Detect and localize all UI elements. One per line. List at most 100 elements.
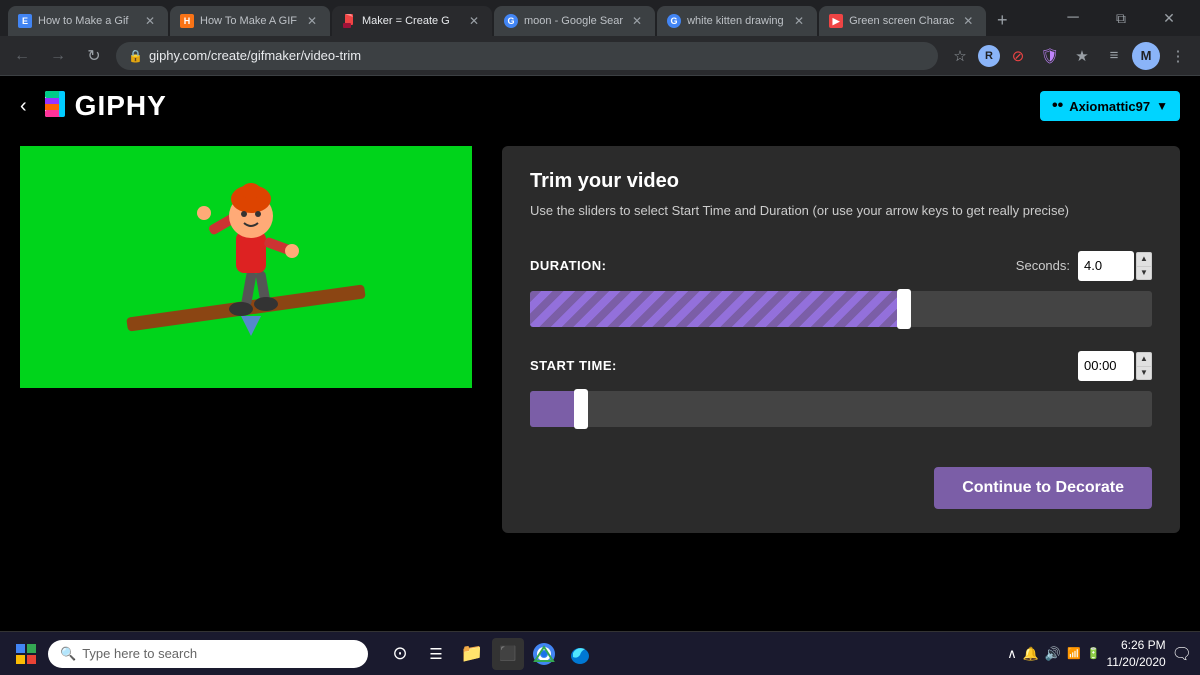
tab-close-4[interactable]: ✕ xyxy=(629,13,645,29)
taskbar-cortana-button[interactable]: ⊙ xyxy=(384,638,416,670)
tab-gif-maker-active[interactable]: Maker = Create G ✕ xyxy=(332,6,492,36)
seconds-label: Seconds: xyxy=(1016,258,1070,273)
tray-network-icon[interactable]: 📶 xyxy=(1067,647,1081,660)
extension-star-icon[interactable]: ★ xyxy=(1068,42,1096,70)
start-button[interactable] xyxy=(8,636,44,672)
tab-close-3[interactable]: ✕ xyxy=(466,13,482,29)
tray-notification-icon[interactable]: 🔔 xyxy=(1023,646,1039,662)
forward-button[interactable]: → xyxy=(44,42,72,70)
start-time-increment-button[interactable]: ▲ xyxy=(1136,352,1152,366)
duration-decrement-button[interactable]: ▼ xyxy=(1136,266,1152,280)
start-time-input-container: ▲ ▼ xyxy=(1078,351,1152,381)
profile-r-icon[interactable]: R xyxy=(978,45,1000,67)
tab-title-1: How to Make a Gif xyxy=(38,15,136,27)
taskbar: 🔍 Type here to search ⊙ ☰ 📁 ⬛ xyxy=(0,631,1200,675)
minimize-button[interactable]: ─ xyxy=(1050,4,1096,32)
video-preview xyxy=(20,146,472,388)
tab-green-screen[interactable]: ▶ Green screen Charac ✕ xyxy=(819,6,986,36)
trim-title: Trim your video xyxy=(530,170,1152,193)
tab-title-2: How To Make A GIF xyxy=(200,15,298,27)
tab-white-kitten[interactable]: G white kitten drawing ✕ xyxy=(657,6,817,36)
duration-increment-button[interactable]: ▲ xyxy=(1136,252,1152,266)
start-time-input[interactable] xyxy=(1078,351,1134,381)
taskbar-edge-button[interactable] xyxy=(564,638,596,670)
user-account-button[interactable]: •• Axiomattic97 ▼ xyxy=(1040,91,1180,121)
page-wrapper: ‹ GIPHY •• Axiomattic97 ▼ xyxy=(0,76,1200,631)
giphy-logo-text: GIPHY xyxy=(75,90,167,122)
tab-how-to-make-gif[interactable]: E How to Make a Gif ✕ xyxy=(8,6,168,36)
back-button[interactable]: ← xyxy=(8,42,36,70)
windows-logo-icon xyxy=(16,644,36,664)
tab-moon-search[interactable]: G moon - Google Sear ✕ xyxy=(494,6,655,36)
giphy-header: ‹ GIPHY •• Axiomattic97 ▼ xyxy=(0,76,1200,136)
taskbar-system-tray: ∧ 🔔 🔊 📶 🔋 6:26 PM 11/20/2020 🗨 xyxy=(1007,637,1192,671)
duration-input-container: ▲ ▼ xyxy=(1078,251,1152,281)
extension-stop-icon[interactable]: ⊘ xyxy=(1004,42,1032,70)
tab-title-5: white kitten drawing xyxy=(687,15,785,27)
reload-button[interactable]: ↻ xyxy=(80,42,108,70)
tray-speaker-icon[interactable]: 🔊 xyxy=(1045,646,1061,662)
continue-to-decorate-button[interactable]: Continue to Decorate xyxy=(934,467,1152,509)
user-avatar-button[interactable]: M xyxy=(1132,42,1160,70)
tab-how-to-make-gif2[interactable]: H How To Make A GIF ✕ xyxy=(170,6,330,36)
clock-date: 11/20/2020 xyxy=(1107,654,1166,671)
tab-title-3: Maker = Create G xyxy=(362,15,460,27)
duration-row: DURATION: Seconds: ▲ ▼ xyxy=(530,251,1152,281)
duration-input[interactable] xyxy=(1078,251,1134,281)
duration-spinner: ▲ ▼ xyxy=(1136,252,1152,280)
trim-description: Use the sliders to select Start Time and… xyxy=(530,201,1152,221)
main-content-area: Trim your video Use the sliders to selec… xyxy=(0,136,1200,631)
taskbar-explorer-button[interactable]: 📁 xyxy=(456,638,488,670)
tab-title-6: Green screen Charac xyxy=(849,15,954,27)
browser-toolbar: ← → ↻ 🔒 giphy.com/create/gifmaker/video-… xyxy=(0,36,1200,76)
start-time-label: START TIME: xyxy=(530,358,1078,373)
back-to-giphy-button[interactable]: ‹ xyxy=(20,95,27,118)
character-svg xyxy=(96,161,396,361)
system-clock[interactable]: 6:26 PM 11/20/2020 xyxy=(1107,637,1166,671)
bookmark-star-icon[interactable]: ☆ xyxy=(946,42,974,70)
taskbar-search-bar[interactable]: 🔍 Type here to search xyxy=(48,640,368,668)
taskbar-search-placeholder: Type here to search xyxy=(82,646,197,661)
duration-label: DURATION: xyxy=(530,258,1016,273)
taskbar-task-view-button[interactable]: ☰ xyxy=(420,638,452,670)
tray-up-arrow-icon[interactable]: ∧ xyxy=(1007,646,1017,662)
address-bar[interactable]: 🔒 giphy.com/create/gifmaker/video-trim xyxy=(116,42,938,70)
taskbar-chrome-button[interactable] xyxy=(528,638,560,670)
start-time-row: START TIME: ▲ ▼ xyxy=(530,351,1152,381)
duration-slider[interactable] xyxy=(530,291,1152,327)
tab-title-4: moon - Google Sear xyxy=(524,15,623,27)
tab-close-2[interactable]: ✕ xyxy=(304,13,320,29)
start-time-slider[interactable] xyxy=(530,391,1152,427)
tray-battery-icon[interactable]: 🔋 xyxy=(1087,647,1101,660)
start-time-slider-handle[interactable] xyxy=(574,389,588,429)
taskbar-search-icon: 🔍 xyxy=(60,646,76,662)
tab-close-1[interactable]: ✕ xyxy=(142,13,158,29)
action-center-button[interactable]: 🗨 xyxy=(1172,644,1192,664)
new-tab-button[interactable]: + xyxy=(988,6,1016,34)
system-tray-icons: ∧ 🔔 🔊 📶 🔋 xyxy=(1007,646,1100,662)
taskbar-app-icon[interactable]: ⬛ xyxy=(492,638,524,670)
browser-frame: E How to Make a Gif ✕ H How To Make A GI… xyxy=(0,0,1200,675)
more-options-icon[interactable]: ⋮ xyxy=(1164,42,1192,70)
right-column: Trim your video Use the sliders to selec… xyxy=(502,146,1180,631)
duration-slider-handle[interactable] xyxy=(897,289,911,329)
username-label: Axiomattic97 xyxy=(1069,99,1150,114)
lock-icon: 🔒 xyxy=(128,49,143,63)
extension-shield-icon[interactable]: 🛡 xyxy=(1036,42,1064,70)
toolbar-actions: ☆ R ⊘ 🛡 ★ ≡ M ⋮ xyxy=(946,42,1192,70)
taskbar-center-icons: ⊙ ☰ 📁 ⬛ xyxy=(384,638,596,670)
tab-close-5[interactable]: ✕ xyxy=(791,13,807,29)
start-time-decrement-button[interactable]: ▼ xyxy=(1136,366,1152,380)
user-eyes-icon: •• xyxy=(1052,97,1063,115)
user-chevron-icon: ▼ xyxy=(1156,99,1168,113)
tab-bar: E How to Make a Gif ✕ H How To Make A GI… xyxy=(0,0,1200,36)
green-screen-background xyxy=(20,146,472,388)
url-text: giphy.com/create/gifmaker/video-trim xyxy=(149,48,361,63)
tab-close-6[interactable]: ✕ xyxy=(960,13,976,29)
trim-panel: Trim your video Use the sliders to selec… xyxy=(502,146,1180,533)
close-window-button[interactable]: ✕ xyxy=(1146,4,1192,32)
extension-bars-icon[interactable]: ≡ xyxy=(1100,42,1128,70)
restore-button[interactable]: ⧉ xyxy=(1098,4,1144,32)
start-time-slider-fill xyxy=(530,391,580,427)
left-column xyxy=(20,146,472,631)
